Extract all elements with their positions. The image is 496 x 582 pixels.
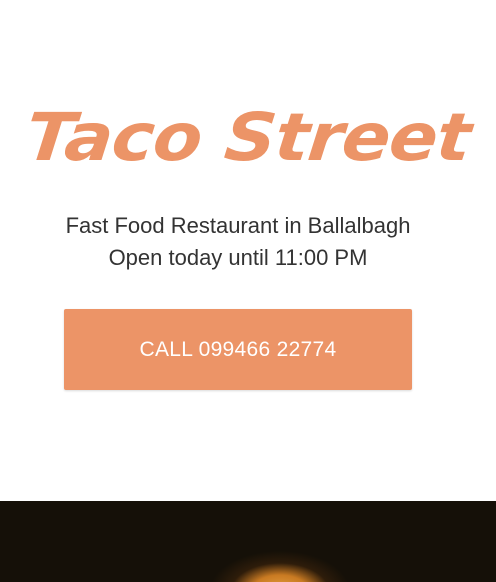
category-location-text: Fast Food Restaurant in Ballalbagh (65, 213, 411, 238)
call-button[interactable]: CALL 099466 22774 (64, 309, 412, 390)
page: Taco Street Fast Food Restaurant in Ball… (0, 0, 496, 582)
hero-food-image (0, 501, 496, 582)
call-button-label: CALL 099466 22774 (139, 337, 337, 361)
restaurant-name-logo: Taco Street (22, 99, 474, 176)
opening-hours-text: Open today until 11:00 PM (108, 245, 368, 270)
